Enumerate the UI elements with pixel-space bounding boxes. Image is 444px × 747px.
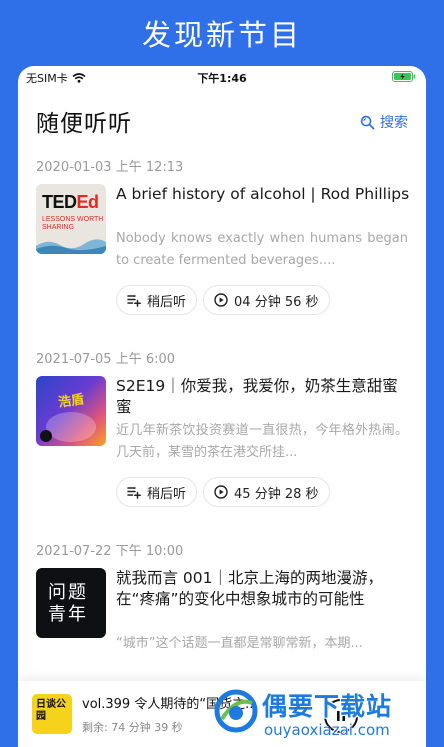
play-circle-icon bbox=[214, 485, 228, 499]
player-cover-text: 日谈公园 bbox=[36, 699, 66, 722]
episode-cover[interactable]: 问题青年 bbox=[36, 568, 106, 638]
status-time: 下午1:46 bbox=[197, 72, 247, 85]
episode-date: 2020-01-03 上午 12:13 bbox=[36, 160, 184, 175]
episode-description: 近几年新茶饮投资赛道一直很热，今年格外热闹。几天前，某雪的茶在港交所挂... bbox=[116, 423, 408, 460]
player-cover[interactable]: 日谈公园 bbox=[32, 694, 72, 734]
episode-description: “城市”这个话题一直都是常聊常新，本期... bbox=[116, 636, 363, 651]
episode-card[interactable]: 2020-01-03 上午 12:13 TEDEd LESSONS WORTH … bbox=[18, 146, 426, 338]
episode-cover[interactable]: 浩盾 bbox=[36, 376, 106, 446]
page-header: 随便听听 搜索 bbox=[18, 88, 426, 144]
episode-title[interactable]: A brief history of alcohol | Rod Phillip… bbox=[116, 184, 412, 205]
listen-later-button[interactable]: 稍后听 bbox=[116, 285, 198, 315]
play-duration-button[interactable]: 04 分钟 56 秒 bbox=[203, 285, 330, 315]
episode-cover[interactable]: TEDEd LESSONS WORTH SHARING bbox=[36, 184, 106, 254]
watermark-url: ouyaoxiazai.com bbox=[264, 721, 390, 739]
listen-later-label: 稍后听 bbox=[147, 294, 187, 310]
play-duration-button[interactable]: 45 分钟 28 秒 bbox=[203, 477, 330, 507]
episode-title[interactable]: S2E19｜你爱我，我爱你，奶茶生意甜蜜蜜 bbox=[116, 376, 412, 418]
listen-later-label: 稍后听 bbox=[147, 486, 187, 502]
phone-screen: 无SIM卡 下午1:46 随便听听 搜索 2020-01-03 上午 12:13… bbox=[18, 66, 426, 747]
cover-logo-icon bbox=[40, 430, 52, 442]
site-watermark: 偶要下载站 ouyaoxiazai.com bbox=[214, 683, 444, 747]
cover-text: 问题青年 bbox=[48, 582, 88, 625]
search-button[interactable]: 搜索 bbox=[360, 112, 408, 132]
search-icon bbox=[360, 115, 375, 129]
cover-tag: 浩盾 bbox=[57, 392, 86, 411]
promo-banner: 发现新节目 bbox=[0, 0, 444, 66]
episode-actions: 稍后听 04 分钟 56 秒 bbox=[116, 285, 330, 315]
episode-feed[interactable]: 2020-01-03 上午 12:13 TEDEd LESSONS WORTH … bbox=[18, 146, 426, 722]
status-bar: 无SIM卡 下午1:46 bbox=[18, 66, 426, 88]
playlist-add-icon bbox=[127, 295, 141, 307]
playlist-add-icon bbox=[127, 487, 141, 499]
player-remaining: 剩余: 74 分钟 39 秒 bbox=[82, 721, 183, 734]
episode-date: 2021-07-05 上午 6:00 bbox=[36, 352, 176, 367]
duration-label: 45 分钟 28 秒 bbox=[234, 486, 319, 502]
search-label: 搜索 bbox=[380, 115, 408, 131]
episode-actions: 稍后听 45 分钟 28 秒 bbox=[116, 477, 330, 507]
banner-title: 发现新节目 bbox=[141, 18, 302, 52]
battery-charging-icon bbox=[392, 71, 416, 82]
duration-label: 04 分钟 56 秒 bbox=[234, 294, 319, 310]
cover-art-shape bbox=[46, 412, 96, 442]
watermark-logo-icon bbox=[214, 689, 258, 733]
episode-card[interactable]: 2021-07-05 上午 6:00 浩盾 S2E19｜你爱我，我爱你，奶茶生意… bbox=[18, 338, 426, 530]
cover-tagline: LESSONS WORTH SHARING bbox=[42, 216, 104, 231]
cover-brand: TEDEd bbox=[42, 192, 99, 212]
cover-wave-art bbox=[36, 239, 106, 254]
episode-title[interactable]: 就我而言 001｜北京上海的两地漫游，在“疼痛”的变化中想象城市的可能性 bbox=[116, 568, 412, 610]
page-title: 随便听听 bbox=[36, 111, 132, 137]
episode-date: 2021-07-22 下午 10:00 bbox=[36, 544, 184, 559]
listen-later-button[interactable]: 稍后听 bbox=[116, 477, 198, 507]
episode-description: Nobody knows exactly when humans began t… bbox=[116, 231, 408, 268]
watermark-text: 偶要下载站 bbox=[262, 692, 393, 721]
play-circle-icon bbox=[214, 293, 228, 307]
